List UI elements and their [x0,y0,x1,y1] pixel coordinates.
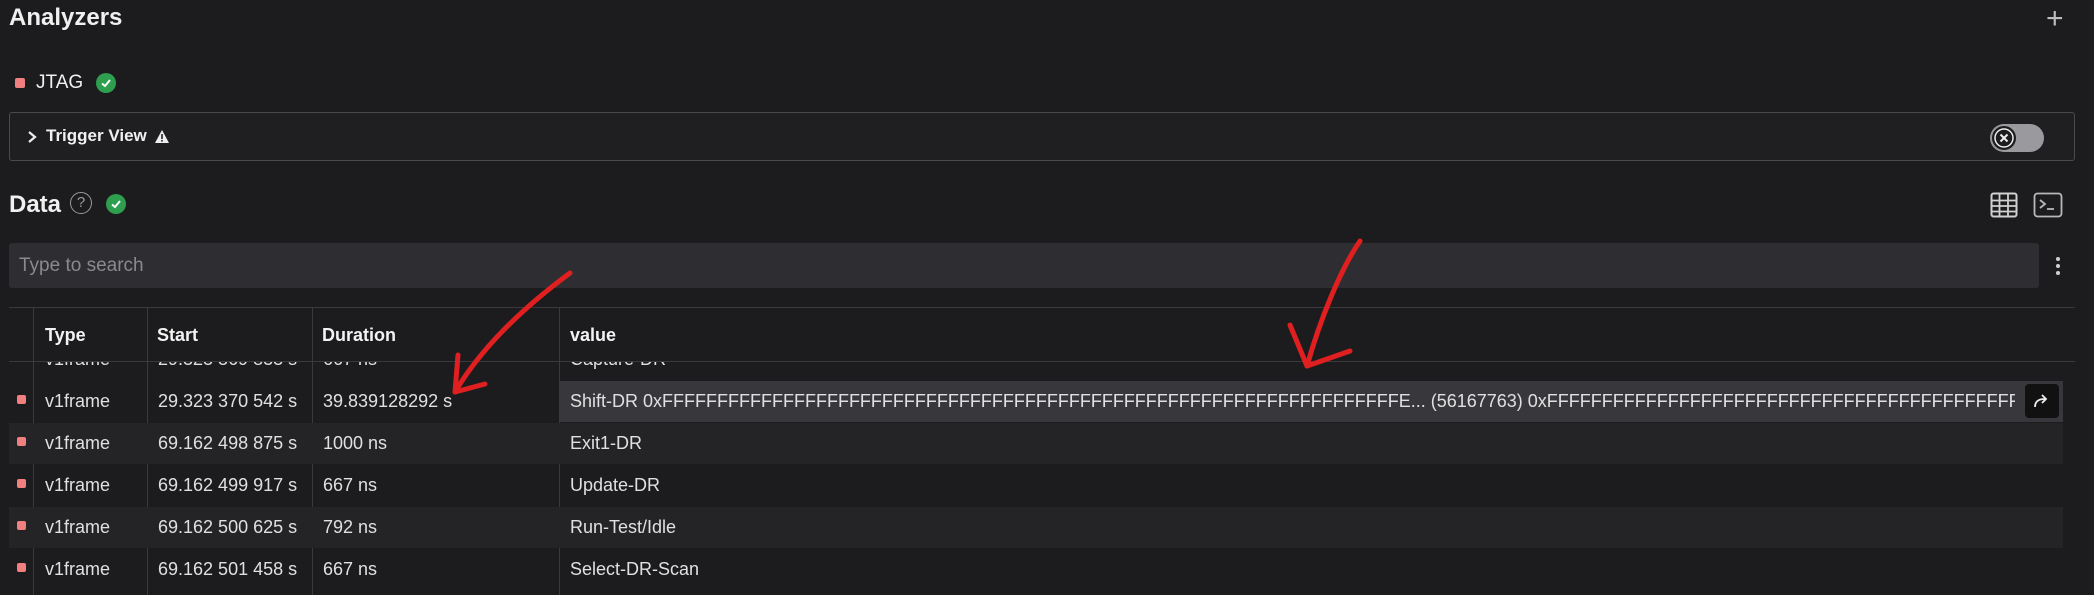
row-type: v1frame [45,517,111,537]
column-header-start[interactable]: Start [157,325,198,346]
more-options-icon[interactable] [2055,256,2061,276]
analyzer-name[interactable]: JTAG [36,72,83,94]
table-view-icon[interactable] [1990,192,2018,218]
row-value: Capture-DR [570,362,666,380]
search-input[interactable] [9,243,2039,288]
trigger-view-panel[interactable]: Trigger View [9,112,2075,161]
close-icon [1992,126,2016,150]
table-header: Type Start Duration value [9,308,2075,361]
row-start: 29.323 369 833 s [158,362,297,380]
table-row[interactable]: v1frame 69.162 498 875 s 1000 ns Exit1-D… [9,423,2063,464]
row-duration: 667 ns [323,475,378,495]
row-color-swatch [17,395,26,404]
row-type: v1frame [45,362,110,380]
column-header-duration[interactable]: Duration [322,325,396,346]
chevron-right-icon[interactable] [26,130,38,144]
row-start: 69.162 499 917 s [158,475,298,495]
row-value: Select-DR-Scan [570,559,700,579]
share-icon[interactable] [2025,384,2059,418]
row-value: Run-Test/Idle [570,517,677,537]
analyzer-color-swatch [15,78,25,88]
table-row[interactable]: v1frame 69.162 501 458 s 667 ns Select-D… [9,549,2063,590]
row-duration: 1000 ns [323,433,388,453]
row-type: v1frame [45,433,111,453]
row-type: v1frame [45,475,111,495]
table-row[interactable]: v1frame 69.162 499 917 s 667 ns Update-D… [9,465,2063,506]
help-icon[interactable]: ? [70,192,92,214]
row-value: Exit1-DR [570,433,643,453]
trigger-toggle[interactable] [1990,124,2044,152]
row-duration: 792 ns [323,517,378,537]
row-duration: 667 ns [323,559,378,579]
terminal-icon[interactable] [2033,192,2063,218]
row-color-swatch [17,521,26,530]
row-type: v1frame [45,391,111,411]
row-start: 69.162 501 458 s [158,559,298,579]
data-title: Data [9,191,62,218]
column-header-value[interactable]: value [570,325,616,346]
table-row-partial[interactable]: v1frame 29.323 369 833 s 667 ns Capture-… [9,362,2063,380]
row-duration: 39.839128292 s [323,391,453,411]
table-row[interactable]: v1frame 29.323 370 542 s 39.839128292 s … [9,381,2063,422]
column-header-type[interactable]: Type [45,325,86,346]
row-color-swatch [17,563,26,572]
row-start: 69.162 500 625 s [158,517,298,537]
row-color-swatch [17,479,26,488]
row-duration: 667 ns [323,362,377,380]
row-start: 29.323 370 542 s [158,391,298,411]
check-icon [106,194,126,214]
warning-icon [155,130,169,143]
row-value: Shift-DR 0xFFFFFFFFFFFFFFFFFFFFFFFFFFFFF… [570,391,2015,411]
row-value: Update-DR [570,475,661,495]
analyzers-title: Analyzers [9,4,123,31]
row-type: v1frame [45,559,111,579]
row-color-swatch [17,437,26,446]
add-analyzer-button[interactable]: + [2046,4,2064,34]
trigger-view-label: Trigger View [46,126,147,145]
row-start: 69.162 498 875 s [158,433,298,453]
check-icon [96,73,116,93]
table-row[interactable]: v1frame 69.162 500 625 s 792 ns Run-Test… [9,507,2063,548]
